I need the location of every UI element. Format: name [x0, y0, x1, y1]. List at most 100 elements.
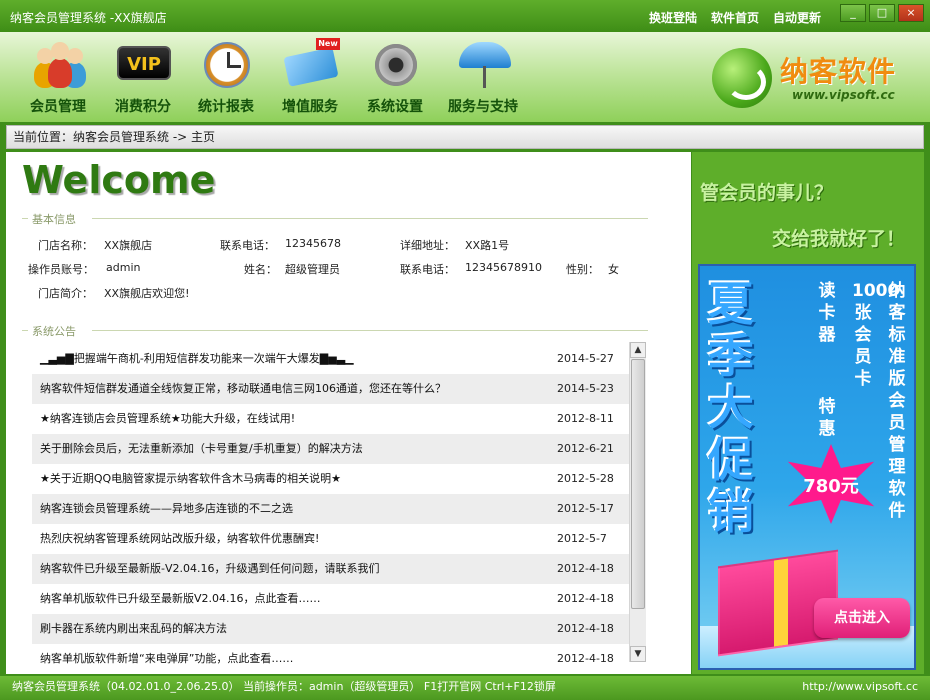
notice-date: 2012-5-28 [557, 472, 614, 485]
notice-row[interactable]: ★关于近期QQ电脑管家提示纳客软件含木马病毒的相关说明★ 2012-5-28 [32, 464, 629, 494]
phone2-label: 联系电话： [400, 263, 455, 276]
notice-row[interactable]: 刷卡器在系统内刷出来乱码的解决方法 2012-4-18 [32, 614, 629, 644]
toolbar-reports-label: 统计报表 [198, 99, 254, 115]
scroll-up-icon[interactable]: ▲ [630, 342, 646, 358]
notice-date: 2012-4-18 [557, 592, 614, 605]
notice-row[interactable]: ★纳客连锁店会员管理系统★功能大升级，在线试用! 2012-8-11 [32, 404, 629, 434]
promo-headline: 夏季大促销 [708, 277, 754, 539]
card-icon: New [282, 36, 340, 92]
notice-title: 热烈庆祝纳客管理系统网站改版升级，纳客软件优惠酬宾! [40, 532, 320, 545]
notice-date: 2012-6-21 [557, 442, 614, 455]
notice-row[interactable]: 纳客连锁会员管理系统——异地多店连锁的不二之选 2012-5-17 [32, 494, 629, 524]
toolbar-points[interactable]: VIP 消费积分 [103, 34, 183, 118]
close-button[interactable]: × [898, 4, 924, 22]
store-name-label: 门店名称： [38, 239, 93, 252]
toolbar-reports[interactable]: 统计报表 [186, 34, 266, 118]
phone2-value: 12345678910 [465, 261, 542, 274]
main-toolbar: 会员管理 VIP 消费积分 统计报表 New 增值服务 系统设置 服务与支持 纳… [0, 32, 930, 122]
toolbar-settings[interactable]: 系统设置 [355, 34, 435, 118]
clock-icon [198, 36, 254, 92]
minimize-button[interactable]: _ [840, 4, 866, 22]
phone-label: 联系电话： [220, 239, 275, 252]
notice-row[interactable]: 关于删除会员后，无法重新添加（卡号重复/手机重复）的解决方法 2012-6-21 [32, 434, 629, 464]
toolbar-support-label: 服务与支持 [448, 99, 518, 115]
status-url[interactable]: http://www.vipsoft.cc [802, 676, 918, 698]
notice-date: 2012-8-11 [557, 412, 614, 425]
promo-text-4: 特惠 [818, 397, 836, 439]
divider [92, 330, 648, 331]
window-title: 纳客会员管理系统 -XX旗舰店 [10, 11, 167, 25]
notice-row[interactable]: 热烈庆祝纳客管理系统网站改版升级，纳客软件优惠酬宾! 2012-5-7 [32, 524, 629, 554]
promo-text-1: 纳客标准版会员管理软件 [888, 281, 906, 521]
notice-scrollbar[interactable]: ▲ ▼ [629, 342, 646, 662]
status-text: 纳客会员管理系统（04.02.01.0_2.06.25.0） 当前操作员：adm… [12, 680, 556, 693]
notices-title: 系统公告 [32, 325, 76, 338]
operator-value: admin [106, 261, 141, 274]
notice-date: 2012-4-18 [557, 622, 614, 635]
promo-text-2: 1000张会员卡 [852, 281, 900, 389]
gender-label: 性别： [566, 263, 599, 276]
toolbar-support[interactable]: 服务与支持 [443, 34, 523, 118]
umbrella-icon [455, 36, 511, 92]
enter-button[interactable]: 点击进入 [814, 598, 910, 638]
logo-icon [712, 48, 772, 108]
notice-title: 纳客软件已升级至最新版-V2.04.16，升级遇到任何问题，请联系我们 [40, 562, 380, 575]
scroll-down-icon[interactable]: ▼ [630, 646, 646, 662]
address-label: 详细地址： [400, 239, 455, 252]
notice-row[interactable]: 纳客软件已升级至最新版-V2.04.16，升级遇到任何问题，请联系我们 2012-… [32, 554, 629, 584]
ad-slogan-1: 管会员的事儿？ [700, 182, 834, 204]
toolbar-settings-label: 系统设置 [367, 99, 423, 115]
notice-title: 纳客连锁会员管理系统——异地多店连锁的不二之选 [40, 502, 293, 515]
divider [92, 218, 648, 219]
toolbar-value-added[interactable]: New 增值服务 [270, 34, 350, 118]
maximize-button[interactable]: □ [869, 4, 895, 22]
title-bar: 纳客会员管理系统 -XX旗舰店 换班登陆 软件首页 自动更新 _ □ × [0, 0, 930, 32]
notice-title: ★纳客连锁店会员管理系统★功能大升级，在线试用! [40, 412, 296, 425]
divider [22, 330, 28, 331]
toolbar-points-label: 消费积分 [115, 99, 171, 115]
notice-title: 纳客单机版软件新增“来电弹屏”功能，点此查看…… [40, 652, 294, 665]
ad-slogan-2: 交给我就好了！ [772, 228, 906, 250]
promo-poster[interactable]: 夏季大促销 纳客标准版会员管理软件 1000张会员卡 读卡器 特惠 780元 点… [698, 264, 916, 670]
notice-title: 关于删除会员后，无法重新添加（卡号重复/手机重复）的解决方法 [40, 442, 363, 455]
promo-text-3: 读卡器 [818, 281, 836, 345]
name-value: 超级管理员 [285, 263, 340, 276]
notice-row[interactable]: 纳客单机版软件已升级至最新版V2.04.16，点此查看…… 2012-4-18 [32, 584, 629, 614]
phone-value: 12345678 [285, 237, 341, 250]
notice-row[interactable]: 纳客软件短信群发通道全线恢复正常，移动联通电信三网106通道，您还在等什么？ 20… [32, 374, 629, 404]
new-badge: New [316, 38, 340, 50]
toolbar-members[interactable]: 会员管理 [18, 34, 98, 118]
welcome-heading: Welcome [22, 158, 216, 202]
operator-label: 操作员账号： [28, 263, 94, 276]
notice-title: ▁▃▅▇把握端午商机-利用短信群发功能来一次端午大爆发▇▅▃▁ [40, 352, 354, 365]
software-home-link[interactable]: 软件首页 [711, 9, 759, 26]
notice-date: 2012-5-7 [557, 532, 607, 545]
address-value: XX路1号 [465, 239, 510, 252]
ad-panel: 管会员的事儿？ 交给我就好了！ 夏季大促销 纳客标准版会员管理软件 1000张会… [692, 152, 924, 674]
brand-logo[interactable]: 纳客软件 www.vipsoft.cc [708, 42, 908, 112]
notice-list: ▁▃▅▇把握端午商机-利用短信群发功能来一次端午大爆发▇▅▃▁ 2014-5-27… [32, 344, 629, 670]
notice-date: 2014-5-27 [557, 352, 614, 365]
members-icon [30, 36, 86, 92]
home-panel: Welcome 基本信息 门店名称： XX旗舰店 联系电话： 12345678 … [6, 152, 691, 674]
scroll-thumb[interactable] [631, 359, 645, 609]
gear-icon [367, 36, 423, 92]
name-label: 姓名： [244, 263, 277, 276]
shift-login-link[interactable]: 换班登陆 [649, 9, 697, 26]
auto-update-link[interactable]: 自动更新 [773, 9, 821, 26]
title-links: 换班登陆 软件首页 自动更新 [649, 9, 821, 26]
notice-date: 2012-4-18 [557, 652, 614, 665]
divider [22, 218, 28, 219]
vip-icon: VIP [115, 36, 171, 92]
toolbar-value-added-label: 增值服务 [282, 99, 338, 115]
promo-price: 780元 [803, 476, 859, 497]
breadcrumb: 当前位置：纳客会员管理系统 -> 主页 [6, 125, 924, 149]
intro-label: 门店简介： [38, 287, 93, 300]
notice-row[interactable]: 纳客单机版软件新增“来电弹屏”功能，点此查看…… 2012-4-18 [32, 644, 629, 670]
gender-value: 女 [608, 263, 619, 276]
notice-title: 刷卡器在系统内刷出来乱码的解决方法 [40, 622, 227, 635]
notice-row[interactable]: ▁▃▅▇把握端午商机-利用短信群发功能来一次端午大爆发▇▅▃▁ 2014-5-27 [32, 344, 629, 374]
logo-url: www.vipsoft.cc [792, 88, 895, 102]
notice-date: 2012-5-17 [557, 502, 614, 515]
toolbar-members-label: 会员管理 [30, 99, 86, 115]
